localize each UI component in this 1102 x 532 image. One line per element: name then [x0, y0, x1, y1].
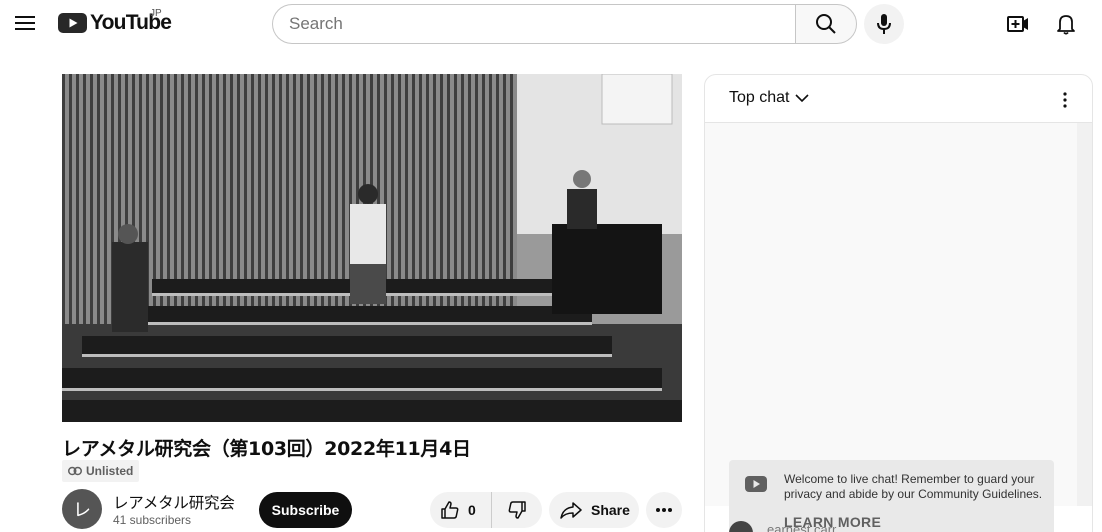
- video-title: レアメタル研究会（第103回）2022年11月4日: [62, 438, 471, 460]
- like-count: 0: [468, 502, 476, 518]
- chat-messages-area: Welcome to live chat! Remember to guard …: [705, 123, 1077, 532]
- search-box: [272, 4, 796, 44]
- visibility-badge: Unlisted: [62, 460, 140, 482]
- more-icon: [656, 508, 672, 512]
- youtube-chat-icon: [745, 476, 767, 492]
- create-button[interactable]: [999, 6, 1037, 42]
- share-icon: [560, 502, 582, 519]
- vertical-dots-icon: [1063, 92, 1067, 108]
- live-chat-panel: Top chat Welcome to live chat! Remember …: [704, 74, 1093, 532]
- channel-avatar[interactable]: レ: [62, 489, 102, 529]
- search-input[interactable]: [273, 5, 796, 43]
- link-icon: [68, 466, 82, 476]
- more-actions-button[interactable]: [646, 492, 682, 528]
- masthead: YouTube JP: [0, 0, 1102, 48]
- menu-button[interactable]: [10, 8, 40, 38]
- channel-name[interactable]: レアメタル研究会: [113, 491, 235, 513]
- chat-scrollbar[interactable]: [1077, 123, 1092, 506]
- share-button[interactable]: Share: [549, 492, 639, 528]
- like-dislike-group: 0: [430, 492, 542, 528]
- bell-icon: [1057, 15, 1075, 35]
- subscriber-count: 41 subscribers: [113, 513, 192, 527]
- dislike-button[interactable]: [492, 492, 542, 528]
- menu-icon: [15, 16, 35, 30]
- chat-header: Top chat: [705, 75, 1092, 123]
- chat-mode-selector[interactable]: Top chat: [729, 89, 810, 107]
- region-label: JP: [150, 8, 162, 19]
- chat-welcome-text: Welcome to live chat! Remember to guard …: [784, 472, 1043, 501]
- chat-mode-label: Top chat: [729, 89, 790, 106]
- visibility-label: Unlisted: [86, 464, 134, 478]
- chat-author-name: earnest carr: [767, 522, 837, 532]
- share-label: Share: [591, 502, 630, 518]
- notifications-button[interactable]: [1047, 6, 1085, 42]
- dislike-icon: [508, 501, 526, 519]
- like-button[interactable]: 0: [430, 492, 492, 528]
- mic-icon: [877, 14, 891, 34]
- search-icon: [816, 14, 836, 34]
- youtube-logo-icon: [58, 13, 87, 33]
- video-player[interactable]: [62, 74, 682, 422]
- voice-search-button[interactable]: [864, 4, 904, 44]
- video-frame: [62, 74, 682, 422]
- create-icon: [1007, 16, 1028, 32]
- chevron-down-icon: [795, 94, 810, 103]
- subscribe-button[interactable]: Subscribe: [259, 492, 352, 528]
- chat-menu-button[interactable]: [1052, 87, 1078, 113]
- search-button[interactable]: [795, 4, 857, 44]
- like-icon: [441, 501, 459, 519]
